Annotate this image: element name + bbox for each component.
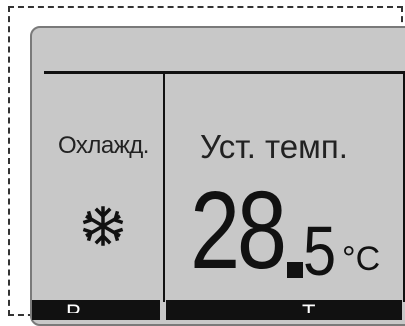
setpoint-whole: 28 [190, 169, 287, 292]
setpoint-label: Уст. темп. [200, 128, 348, 165]
soft-key-bar-left[interactable] [32, 300, 160, 320]
snowflake-icon [82, 206, 124, 246]
soft-key-right[interactable]: Т [302, 300, 315, 313]
header-divider [44, 71, 405, 74]
mode-divider [163, 74, 165, 302]
soft-key-left[interactable]: Р [66, 300, 81, 313]
temperature-unit: °C [342, 240, 381, 278]
mode-label: Охлажд. [58, 132, 149, 159]
soft-key-bar-right[interactable] [166, 300, 402, 320]
setpoint-fraction: 5 [303, 212, 337, 290]
decimal-point [287, 262, 303, 278]
